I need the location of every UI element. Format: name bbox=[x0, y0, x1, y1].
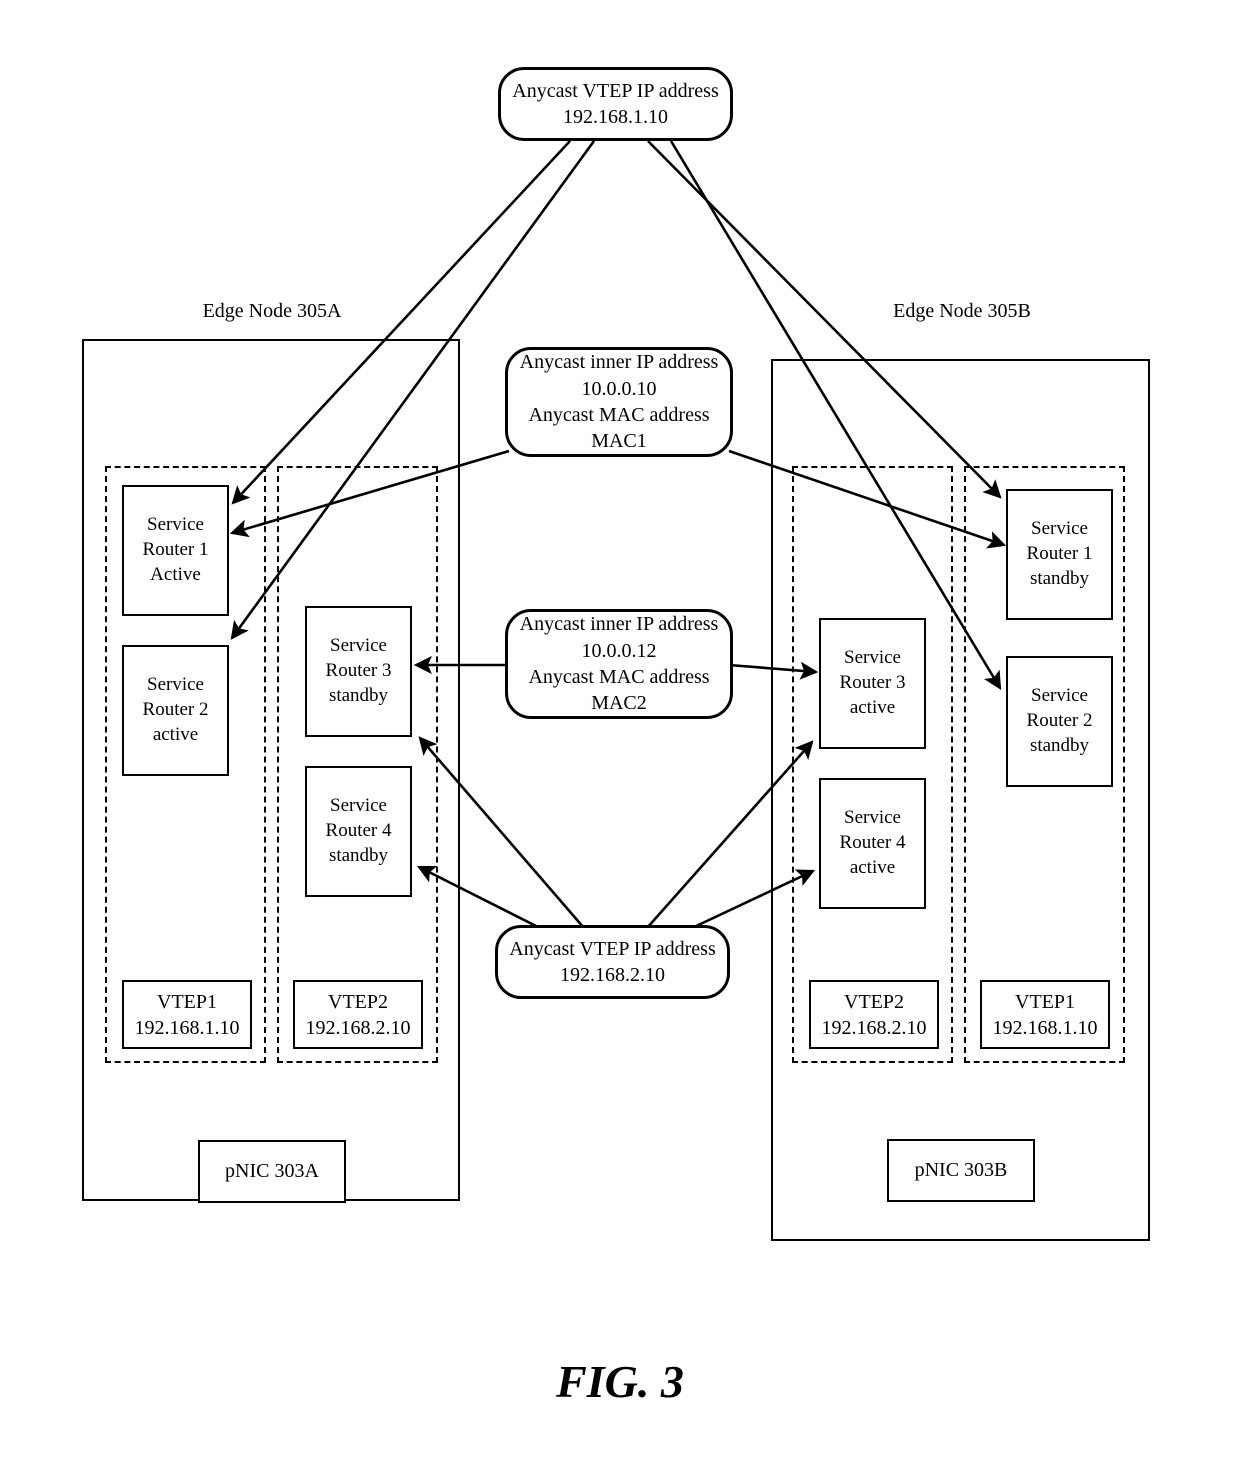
vtep-box-a-group1[interactable]: VTEP1 192.168.1.10 bbox=[122, 980, 252, 1049]
router-label-line2: Router 2 bbox=[1026, 710, 1093, 732]
vtep-box-a-group2[interactable]: VTEP2 192.168.2.10 bbox=[293, 980, 423, 1049]
router-label-line3: standby bbox=[1029, 567, 1090, 589]
vtep-box-b-group2[interactable]: VTEP1 192.168.1.10 bbox=[980, 980, 1110, 1049]
anycast-vtep-bubble-bottom[interactable]: Anycast VTEP IP address 192.168.2.10 bbox=[495, 925, 730, 999]
edge-node-b-group1-boundary bbox=[792, 466, 953, 1063]
router-label-line3: standby bbox=[1029, 734, 1090, 756]
vtep-ip: 192.168.2.10 bbox=[821, 1016, 927, 1039]
service-router-box-b-sr1[interactable]: Service Router 1 standby bbox=[1006, 489, 1113, 620]
router-label-line3: active bbox=[849, 696, 896, 718]
service-router-box-a-sr4[interactable]: Service Router 4 standby bbox=[305, 766, 412, 897]
bubble-line3: Anycast MAC address bbox=[528, 666, 710, 688]
edge-node-b-caption: Edge Node 305B bbox=[893, 300, 1031, 322]
vtep-ip: 192.168.2.10 bbox=[305, 1016, 411, 1039]
vtep-box-b-group1[interactable]: VTEP2 192.168.2.10 bbox=[809, 980, 939, 1049]
router-label-line2: Router 3 bbox=[325, 660, 392, 682]
figure-label: FIG. 3 bbox=[556, 1356, 684, 1407]
anycast-inner-bubble-mac1[interactable]: Anycast inner IP address 10.0.0.10 Anyca… bbox=[505, 347, 733, 457]
router-label-line2: Router 2 bbox=[142, 699, 209, 721]
router-label-line2: Router 3 bbox=[839, 672, 906, 694]
vtep-name: VTEP1 bbox=[1015, 990, 1075, 1013]
service-router-box-a-sr2[interactable]: Service Router 2 active bbox=[122, 645, 229, 776]
vtep-ip: 192.168.1.10 bbox=[992, 1016, 1098, 1039]
pnic-label: pNIC 303B bbox=[914, 1159, 1008, 1181]
edge-node-a-group2-boundary bbox=[277, 466, 438, 1063]
router-label-line3: standby bbox=[328, 844, 389, 866]
bubble-line2: 192.168.1.10 bbox=[563, 106, 668, 128]
bubble-line2: 10.0.0.12 bbox=[581, 639, 657, 662]
bubble-line1: Anycast VTEP IP address bbox=[512, 79, 719, 102]
pnic-box-b[interactable]: pNIC 303B bbox=[887, 1139, 1035, 1202]
router-label-line1: Service bbox=[330, 795, 387, 817]
service-router-box-b-sr4[interactable]: Service Router 4 active bbox=[819, 778, 926, 909]
vtep-name: VTEP2 bbox=[328, 990, 388, 1013]
router-label-line1: Service bbox=[1031, 518, 1088, 540]
router-label-line1: Service bbox=[1031, 685, 1088, 707]
anycast-inner-bubble-mac2[interactable]: Anycast inner IP address 10.0.0.12 Anyca… bbox=[505, 609, 733, 719]
router-label-line2: Router 4 bbox=[839, 832, 906, 854]
service-router-box-a-sr1[interactable]: Service Router 1 Active bbox=[122, 485, 229, 616]
router-label-line1: Service bbox=[844, 647, 901, 669]
vtep-name: VTEP2 bbox=[844, 990, 904, 1013]
router-label-line1: Service bbox=[147, 514, 204, 536]
bubble-line3: Anycast MAC address bbox=[528, 404, 710, 426]
router-label-line1: Service bbox=[330, 635, 387, 657]
bubble-line4: MAC2 bbox=[591, 692, 647, 715]
pnic-label: pNIC 303A bbox=[225, 1160, 319, 1182]
router-label-line2: Router 1 bbox=[1026, 543, 1093, 565]
service-router-box-a-sr3[interactable]: Service Router 3 standby bbox=[305, 606, 412, 737]
router-label-line3: active bbox=[849, 856, 896, 878]
bubble-line2: 10.0.0.10 bbox=[581, 377, 657, 400]
service-router-box-b-sr2[interactable]: Service Router 2 standby bbox=[1006, 656, 1113, 787]
router-label-line3: Active bbox=[150, 563, 201, 585]
bubble-line2: 192.168.2.10 bbox=[560, 964, 665, 986]
figure-canvas: Edge Node 305A Service Router 1 Active S… bbox=[0, 0, 1240, 1470]
bubble-line1: Anycast inner IP address bbox=[519, 613, 719, 636]
pnic-box-a[interactable]: pNIC 303A bbox=[198, 1140, 346, 1203]
bubble-line1: Anycast inner IP address bbox=[519, 351, 719, 374]
router-label-line3: standby bbox=[328, 684, 389, 706]
edge-node-a-caption: Edge Node 305A bbox=[202, 300, 342, 322]
router-label-line1: Service bbox=[844, 807, 901, 829]
vtep-ip: 192.168.1.10 bbox=[134, 1016, 240, 1039]
router-label-line1: Service bbox=[147, 674, 204, 696]
anycast-vtep-bubble-top[interactable]: Anycast VTEP IP address 192.168.1.10 bbox=[498, 67, 733, 141]
bubble-line4: MAC1 bbox=[591, 430, 647, 453]
service-router-box-b-sr3[interactable]: Service Router 3 active bbox=[819, 618, 926, 749]
vtep-name: VTEP1 bbox=[157, 990, 217, 1013]
router-label-line2: Router 4 bbox=[325, 820, 392, 842]
router-label-line2: Router 1 bbox=[142, 539, 209, 561]
bubble-line1: Anycast VTEP IP address bbox=[509, 937, 716, 960]
router-label-line3: active bbox=[152, 723, 199, 745]
